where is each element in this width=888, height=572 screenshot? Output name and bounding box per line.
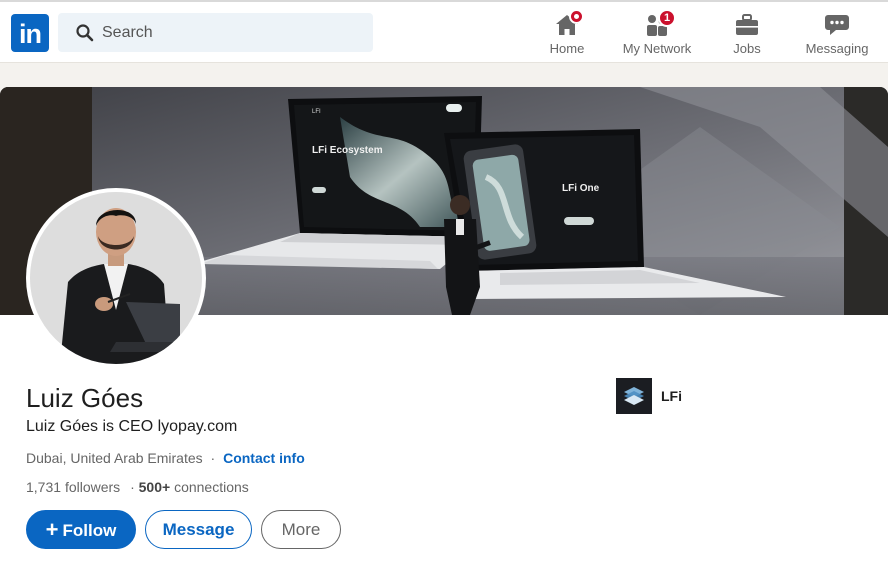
profile-location: Dubai, United Arab Emirates [26,450,203,466]
lfi-logo [616,378,652,414]
connections-label: connections [174,479,249,495]
profile-photo[interactable] [26,188,206,368]
follow-button[interactable]: + Follow [26,510,136,549]
slide-left-pill [312,187,326,193]
plus-icon: + [45,517,59,542]
nav-item-jobs[interactable]: Jobs [707,9,787,61]
follow-button-label: Follow [62,521,117,540]
profile-stats-row: 1,731 followers · 500+ connections [26,479,249,495]
slide-logo-text: LFI [312,109,321,115]
nav-label-home: Home [549,41,585,56]
profile-location-row: Dubai, United Arab Emirates · Contact in… [26,450,305,466]
search-input[interactable] [102,13,362,52]
connections-count: 500+ [138,479,171,495]
company-name: LFi [661,388,682,404]
nav-label-my-network: My Network [622,41,692,56]
message-button[interactable]: Message [145,510,252,549]
slide-left-title: LFi Ecosystem [312,145,383,156]
nav-item-my-network[interactable]: 1 My Network [617,9,697,61]
followers-label: followers [64,479,121,495]
chat-icon [825,15,849,35]
slide-right-title: LFi One [562,183,600,194]
nav-item-messaging[interactable]: Messaging [797,9,877,61]
slide-pill-decoration [446,104,462,112]
more-button[interactable]: More [261,510,341,549]
search-icon [76,24,94,42]
top-navigation-bar: in Home 1 My Network Jobs [0,0,888,63]
profile-card: LFI LFi Ecosystem LFi One Luiz Góes Luiz… [0,87,888,572]
search-box[interactable] [58,13,373,52]
linkedin-logo[interactable]: in [11,14,49,52]
slide-right-pill [564,217,594,225]
location-separator: · [210,450,216,466]
notification-dot-badge [569,9,584,24]
profile-avatar-image [30,192,202,364]
profile-name: Luiz Góes [26,383,144,413]
stats-separator: · [130,479,135,495]
nav-label-messaging: Messaging [805,41,869,56]
briefcase-icon [736,14,758,35]
followers-count: 1,731 [26,479,62,495]
contact-info-link[interactable]: Contact info [223,450,305,466]
nav-item-home[interactable]: Home [527,9,607,61]
profile-headline: Luiz Góes is CEO lyopay.com [26,418,238,435]
network-count-badge: 1 [658,9,676,27]
nav-label-jobs: Jobs [733,41,761,56]
